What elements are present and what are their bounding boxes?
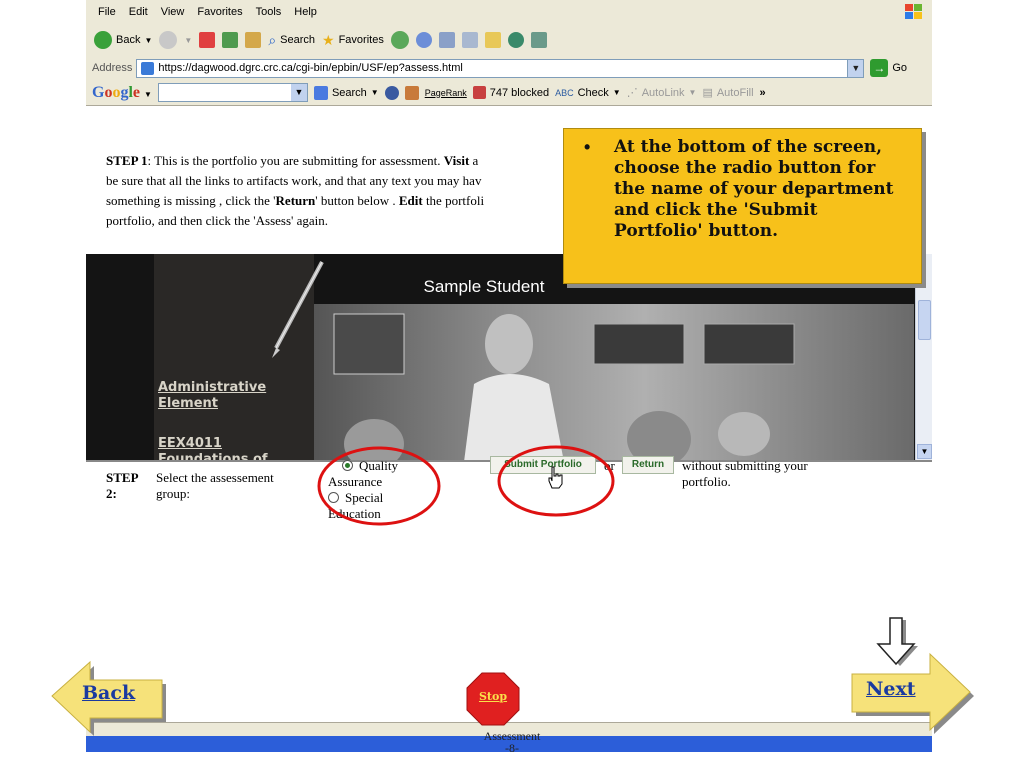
callout-bullet: •	[584, 137, 591, 157]
autolink-button[interactable]: ⋰ AutoLink ▼	[626, 86, 697, 100]
google-menu[interactable]: Google ▼	[92, 84, 152, 102]
standard-toolbar: Back ▼ ▼ ⌕ Search ★ Favorites	[86, 24, 932, 56]
menu-bar: File Edit View Favorites Tools Help	[86, 0, 932, 24]
browser-window: File Edit View Favorites Tools Help Back…	[86, 0, 932, 752]
address-bar: Address https://dagwood.dgrc.crc.ca/cgi-…	[86, 56, 932, 80]
link-administrative-element[interactable]: Administrative Element	[158, 380, 266, 412]
pagerank-indicator[interactable]: PageRank	[425, 88, 467, 98]
home-icon[interactable]	[245, 32, 262, 48]
highlight-circle-submit	[497, 445, 615, 517]
stop-icon[interactable]	[199, 32, 216, 48]
menu-tools[interactable]: Tools	[256, 6, 282, 18]
google-toolbar: Google ▼ ▼ Search ▼ PageRank 747 blocked…	[86, 80, 932, 106]
instruction-callout: • At the bottom of the screen, choose th…	[563, 128, 922, 284]
return-description: without submitting your portfolio.	[682, 458, 808, 489]
menu-file[interactable]: File	[98, 6, 116, 18]
search-button[interactable]: ⌕ Search	[268, 32, 315, 49]
portfolio-frame: Administrative Element EEX4011 Foundations…	[86, 254, 932, 462]
google-search-button[interactable]: Search ▼	[313, 85, 379, 100]
site-search-icon[interactable]	[384, 85, 399, 100]
link-eex4011[interactable]: EEX4011 Foundations of	[158, 436, 268, 460]
folder-icon[interactable]	[484, 32, 501, 48]
menu-edit[interactable]: Edit	[129, 6, 148, 18]
edit-icon[interactable]	[461, 32, 478, 48]
page-number: -8-	[505, 741, 519, 755]
back-arrow-icon	[94, 31, 112, 49]
chevron-down-icon: ▼	[144, 89, 152, 99]
more-chevron-icon[interactable]: »	[760, 87, 766, 99]
news-icon[interactable]	[404, 85, 419, 100]
address-url: https://dagwood.dgrc.crc.ca/cgi-bin/epbi…	[158, 62, 463, 74]
step1-instructions: STEP 1: This is the portfolio you are su…	[106, 153, 485, 228]
back-button[interactable]: Back ▼	[94, 31, 152, 49]
next-link[interactable]: Next	[866, 678, 916, 700]
autofill-icon: ▤	[702, 87, 713, 99]
scrollbar-thumb[interactable]	[918, 300, 931, 340]
autolink-icon: ⋰	[626, 87, 638, 99]
autofill-button[interactable]: ▤ AutoFill	[702, 86, 753, 100]
address-input[interactable]: https://dagwood.dgrc.crc.ca/cgi-bin/epbi…	[136, 58, 865, 78]
chevron-down-icon: ▼	[184, 35, 193, 45]
menu-favorites[interactable]: Favorites	[197, 6, 242, 18]
google-g-icon	[313, 85, 328, 100]
star-icon: ★	[322, 31, 335, 48]
spell-check-button[interactable]: ABC Check ▼	[555, 87, 621, 99]
slide-footer: Assessment -8-	[412, 730, 612, 754]
callout-text: At the bottom of the screen, choose the …	[614, 137, 894, 241]
menu-help[interactable]: Help	[294, 6, 317, 18]
spell-check-icon: ABC	[555, 87, 574, 98]
portfolio-sidebar	[154, 254, 324, 460]
chevron-down-icon: ▼	[688, 88, 697, 97]
back-link[interactable]: Back	[82, 682, 135, 704]
go-arrow-icon: →	[870, 59, 889, 77]
messenger-icon[interactable]	[507, 32, 524, 48]
research-icon[interactable]	[530, 32, 547, 48]
step2-label: STEP 2:	[106, 470, 139, 501]
stop-link[interactable]: Stop	[466, 690, 520, 703]
step2-prompt: Select the assessement group:	[156, 470, 274, 501]
frame-scrollbar[interactable]: ▼	[915, 254, 932, 460]
google-search-input[interactable]: ▼	[157, 83, 308, 102]
down-arrow-icon	[876, 617, 918, 666]
chevron-down-icon[interactable]: ▼	[847, 59, 864, 77]
mail-icon[interactable]	[415, 32, 432, 48]
search-icon: ⌕	[268, 31, 277, 48]
highlight-circle-radio	[317, 446, 441, 526]
page-icon	[141, 61, 155, 75]
print-icon[interactable]	[438, 32, 455, 48]
favorites-button[interactable]: ★ Favorites	[322, 32, 384, 49]
chevron-down-icon: ▼	[144, 35, 153, 45]
menu-view[interactable]: View	[161, 6, 185, 18]
chevron-down-icon[interactable]: ▼	[290, 84, 307, 101]
popup-blocker-icon	[472, 86, 486, 99]
chevron-down-icon: ▼	[612, 88, 621, 97]
refresh-icon[interactable]	[222, 32, 239, 48]
google-logo: Google	[92, 83, 141, 101]
chevron-down-icon: ▼	[370, 88, 379, 97]
go-button[interactable]: → Go	[870, 59, 907, 77]
popup-blocker-button[interactable]: 747 blocked	[472, 86, 549, 99]
return-button[interactable]: Return	[622, 456, 674, 474]
scroll-down-icon[interactable]: ▼	[917, 444, 932, 459]
classroom-photo	[314, 304, 914, 460]
forward-arrow-icon[interactable]	[159, 31, 178, 49]
history-icon[interactable]	[390, 31, 409, 49]
address-label: Address	[92, 62, 133, 74]
windows-logo-icon	[905, 4, 922, 19]
